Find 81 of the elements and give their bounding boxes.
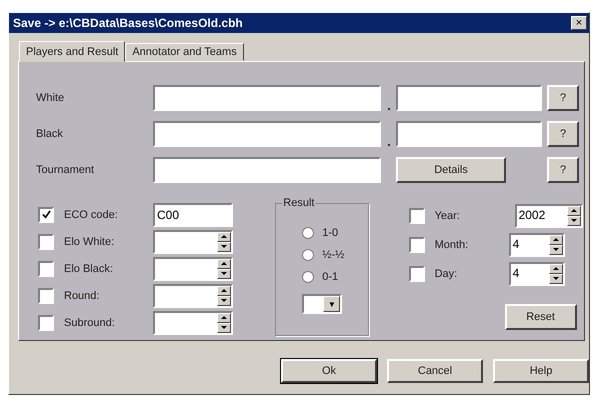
name-field[interactable] (153, 121, 381, 147)
down-arrow-icon (570, 219, 577, 222)
spin-field[interactable] (153, 230, 233, 254)
up-arrow-icon (570, 209, 577, 212)
dialog-button[interactable]: Cancel (387, 359, 483, 383)
check-icon (42, 210, 50, 219)
checkbox[interactable] (408, 266, 425, 282)
tab[interactable]: Players and Result (19, 41, 126, 62)
checkbox[interactable] (38, 206, 54, 222)
date-label: Day: (434, 268, 458, 280)
result-dropdown[interactable]: ▼ (302, 294, 342, 314)
down-arrow-icon (552, 277, 559, 280)
down-arrow-icon (221, 272, 227, 275)
radio-label: ½-½ (322, 249, 344, 261)
option-label: Elo White: (64, 236, 116, 248)
spin-down-button[interactable] (217, 268, 231, 278)
up-arrow-icon (221, 262, 227, 265)
dialog-button[interactable]: Help (493, 359, 589, 383)
spin-up-button[interactable] (217, 312, 231, 322)
field-label: White (36, 92, 66, 104)
field-label: Tournament (36, 164, 96, 176)
spin-field[interactable] (153, 256, 233, 280)
spin-up-button[interactable] (217, 286, 231, 296)
tab[interactable]: Annotator and Teams (125, 43, 244, 61)
spin-field[interactable]: 4 (508, 262, 565, 286)
radio-label: 1-0 (322, 227, 338, 239)
details-button[interactable]: Details (396, 157, 506, 183)
option-label: Round: (64, 290, 100, 302)
help-button[interactable]: ? (547, 85, 579, 111)
up-arrow-icon (221, 316, 227, 319)
down-arrow-icon (221, 326, 227, 329)
up-arrow-icon (552, 238, 559, 241)
date-label: Month: (434, 238, 470, 250)
spin-up-button[interactable] (217, 232, 231, 242)
checkbox[interactable] (408, 236, 425, 252)
reset-button[interactable]: Reset (504, 304, 577, 330)
option-label: ECO code: (64, 208, 119, 220)
spin-up-button[interactable] (548, 234, 563, 244)
spin-down-button[interactable] (217, 242, 231, 252)
close-button[interactable]: × (571, 16, 587, 30)
spin-down-button[interactable] (548, 274, 563, 284)
radio-button[interactable] (302, 227, 314, 239)
spin-up-button[interactable] (217, 258, 231, 268)
group-title: Result (282, 197, 316, 209)
help-button[interactable]: ? (547, 157, 579, 183)
option-label: Elo Black: (64, 262, 114, 274)
spin-down-button[interactable] (217, 296, 231, 306)
radio-button[interactable] (302, 271, 314, 283)
name-field[interactable] (396, 85, 542, 111)
option-label: Subround: (64, 316, 116, 328)
checkbox[interactable] (38, 314, 54, 330)
dialog-button[interactable]: Ok (281, 359, 377, 383)
spin-up-button[interactable] (566, 206, 581, 216)
spin-up-button[interactable] (548, 264, 563, 274)
spin-down-button[interactable] (217, 322, 231, 332)
spin-down-button[interactable] (566, 216, 581, 226)
down-arrow-icon (552, 248, 559, 251)
checkbox[interactable] (38, 260, 54, 276)
tournament-field[interactable] (153, 157, 381, 183)
radio-button[interactable] (302, 249, 314, 261)
eco-field[interactable]: C00 (153, 202, 233, 226)
window-title: Save -> e:\CBData\Bases\ComesOld.cbh (13, 16, 243, 30)
down-arrow-icon (221, 245, 227, 248)
field-label: Black (36, 128, 64, 140)
checkbox[interactable] (408, 208, 425, 224)
help-button[interactable]: ? (547, 121, 579, 147)
down-arrow-icon (221, 299, 227, 302)
radio-label: 0-1 (322, 271, 338, 283)
up-arrow-icon (221, 235, 227, 238)
up-arrow-icon (552, 267, 559, 270)
checkbox[interactable] (38, 234, 54, 250)
spin-field[interactable]: 2002 (514, 204, 583, 228)
spin-down-button[interactable] (548, 244, 563, 254)
name-field[interactable] (153, 85, 381, 111)
date-label: Year: (434, 210, 461, 222)
spin-field[interactable]: 4 (508, 232, 565, 256)
name-field[interactable] (396, 121, 542, 147)
checkbox[interactable] (38, 288, 54, 304)
up-arrow-icon (221, 289, 227, 292)
spin-field[interactable] (153, 310, 233, 334)
spin-field[interactable] (153, 284, 233, 308)
